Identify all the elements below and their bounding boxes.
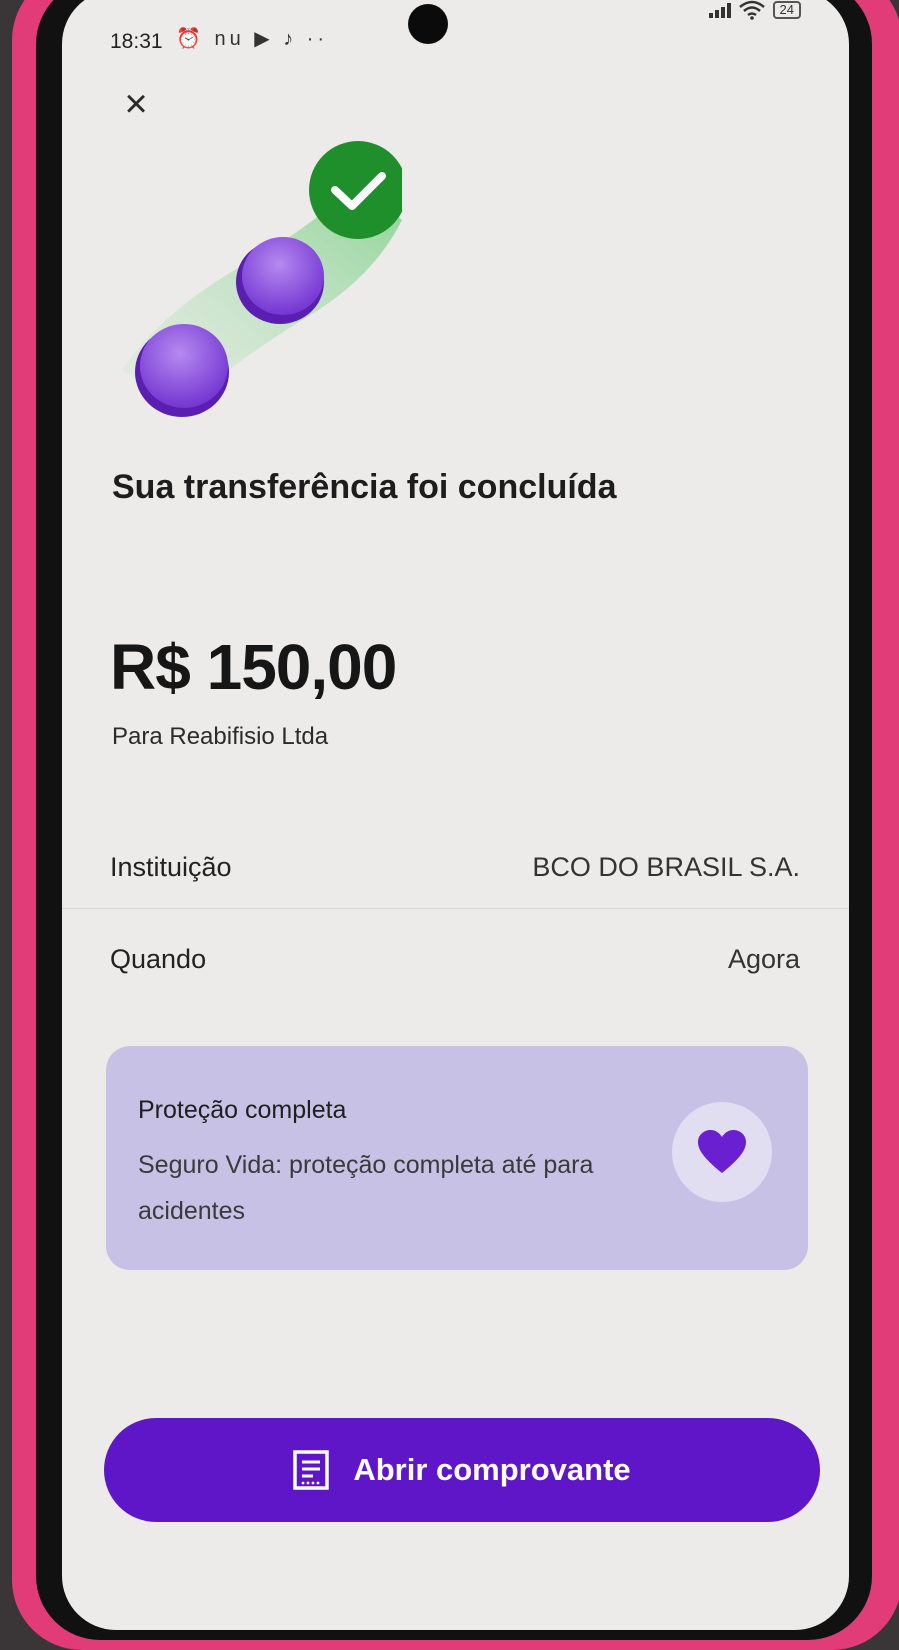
- status-time: 18:31: [110, 30, 163, 53]
- page-title: Sua transferência foi concluída: [112, 468, 617, 506]
- open-receipt-button[interactable]: Abrir comprovante: [104, 1418, 820, 1522]
- signal-icon: [708, 2, 731, 18]
- detail-label: Instituição: [110, 851, 232, 882]
- close-button[interactable]: ×: [112, 80, 160, 128]
- transfer-recipient: Para Reabifisio Ltda: [112, 723, 329, 750]
- detail-label: Quando: [110, 943, 207, 974]
- heart-badge: [672, 1102, 772, 1202]
- coin-icon: [242, 237, 324, 315]
- open-receipt-label: Abrir comprovante: [353, 1452, 631, 1487]
- phone-screen: 18:31 ⏰ nu ▶ ♪ ·· 24 × Sua transferência…: [62, 0, 849, 1630]
- transfer-amount: R$ 150,00: [110, 631, 397, 703]
- receipt-icon: [293, 1450, 330, 1490]
- promo-title: Proteção completa: [138, 1096, 347, 1124]
- detail-row-institution: Instituição BCO DO BRASIL S.A.: [110, 842, 800, 892]
- detail-value: BCO DO BRASIL S.A.: [532, 851, 800, 882]
- detail-value: Agora: [727, 943, 800, 974]
- insurance-promo-card[interactable]: Proteção completa Seguro Vida: proteção …: [106, 1046, 808, 1270]
- front-camera: [408, 4, 448, 44]
- battery-indicator: 24: [772, 1, 801, 19]
- promo-body: Seguro Vida: proteção completa até para …: [138, 1151, 594, 1225]
- divider: [62, 908, 849, 909]
- coin-icon: [140, 324, 228, 408]
- status-bar-right: 24: [708, 0, 801, 20]
- close-icon: ×: [124, 82, 148, 126]
- wifi-icon: [738, 0, 765, 20]
- transfer-success-illustration: [122, 141, 402, 417]
- notification-icons: ⏰ nu ▶ ♪ ··: [176, 28, 329, 50]
- heart-icon: [698, 1130, 746, 1173]
- detail-row-when: Quando Agora: [110, 934, 800, 984]
